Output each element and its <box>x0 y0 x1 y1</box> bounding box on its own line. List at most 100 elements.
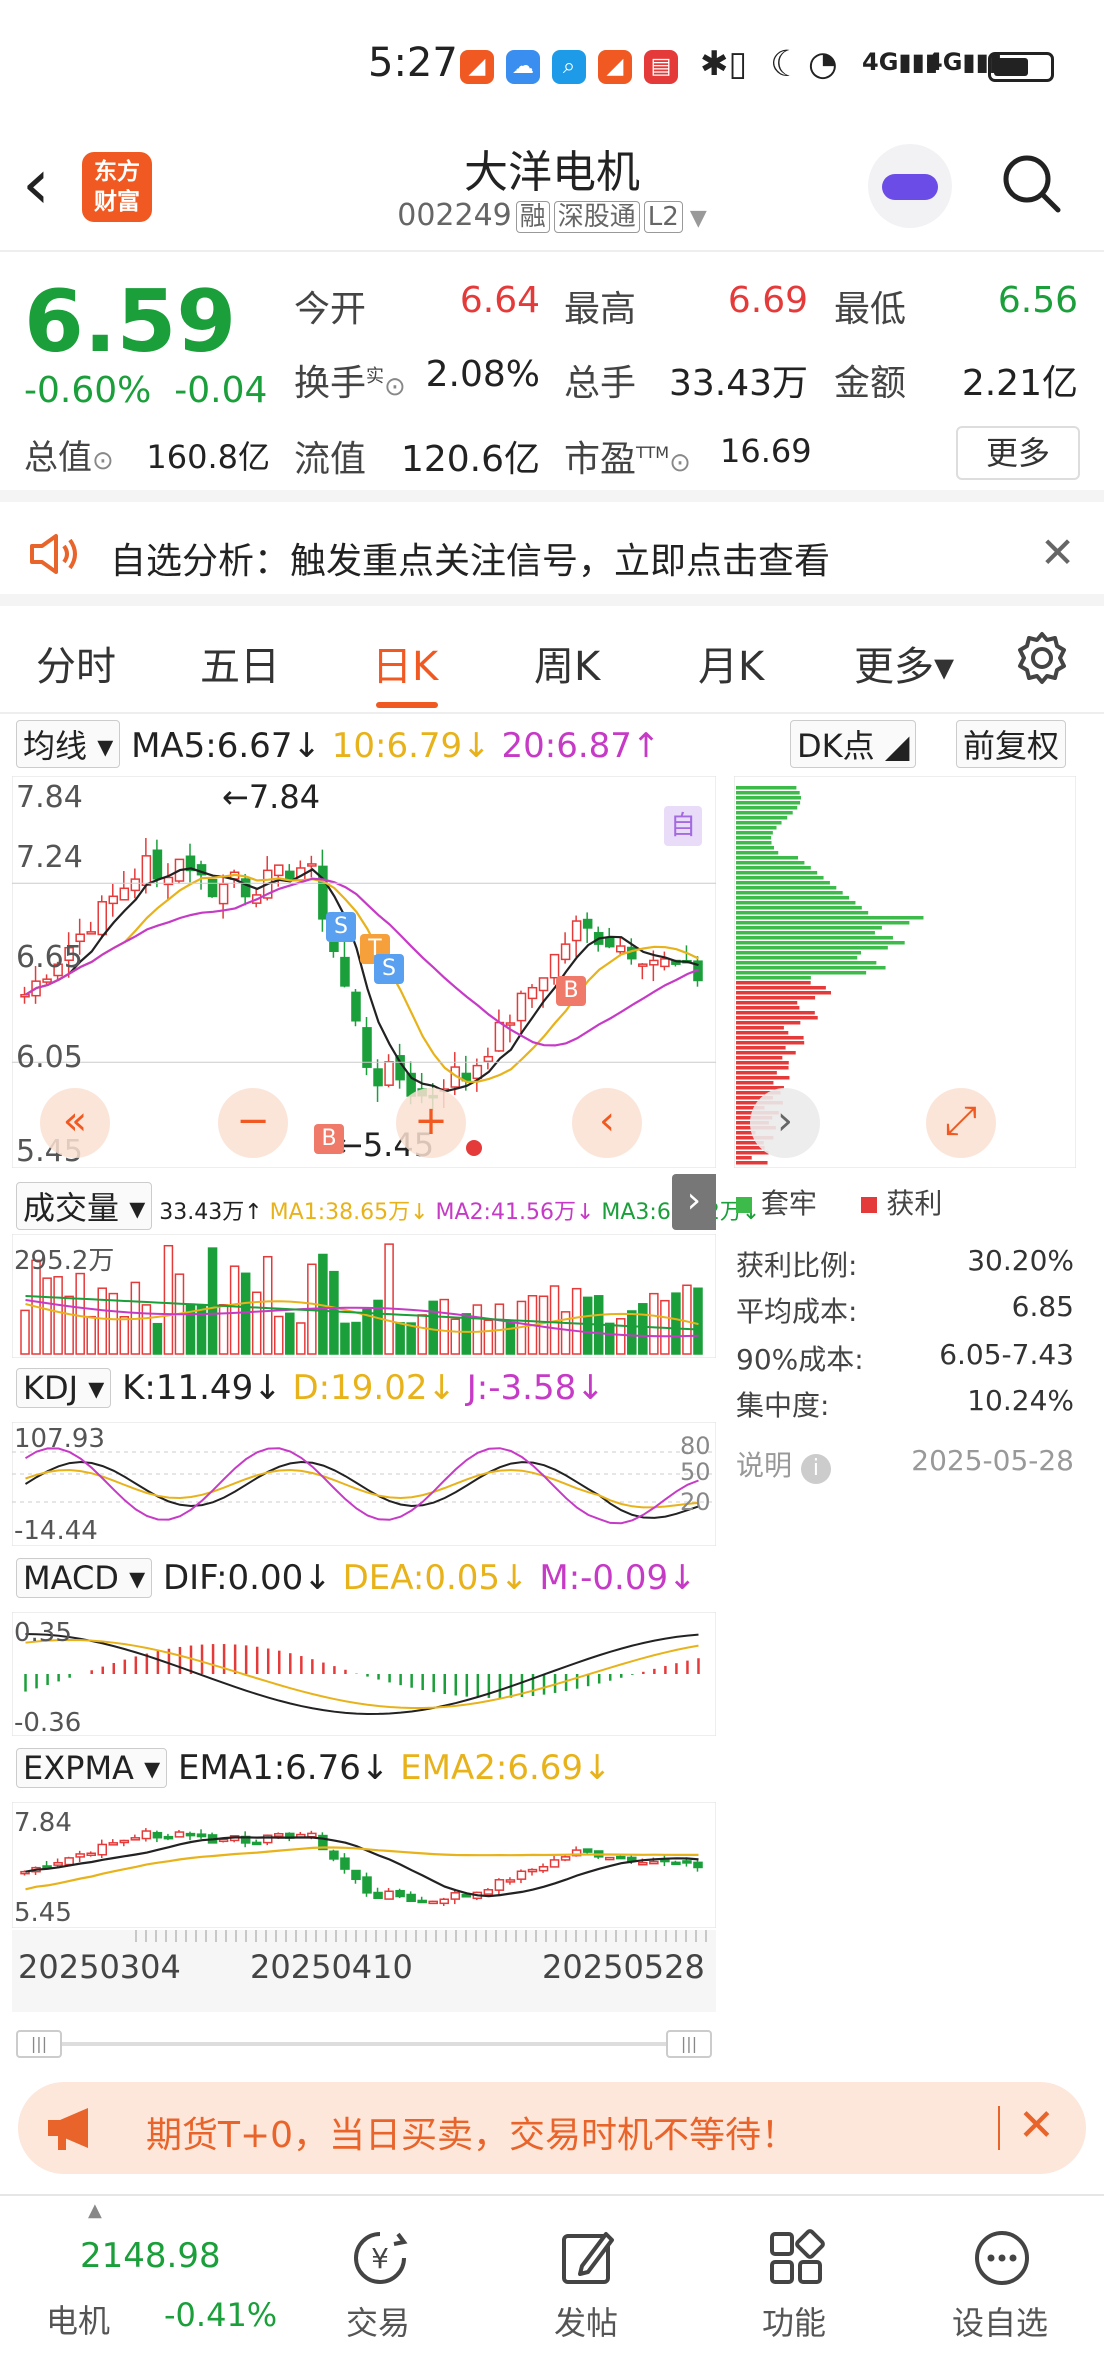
volume-bar <box>75 1272 85 1355</box>
macd-dif: DIF:0.00↓ <box>162 1558 332 1598</box>
dk-point-button[interactable]: DK点 ◢ <box>790 720 917 768</box>
tab-five-day[interactable]: 五日 <box>200 634 280 692</box>
tab-more[interactable]: 更多▾ <box>854 634 954 692</box>
volume-bar <box>450 1318 461 1355</box>
range-slider[interactable]: ||| ||| <box>16 2030 712 2058</box>
volume-bar <box>627 1310 637 1355</box>
candle-body <box>97 1843 108 1856</box>
macd-chart[interactable] <box>12 1612 716 1736</box>
candle-body <box>185 1832 196 1837</box>
signal-notice[interactable]: 自选分析：触发重点关注信号，立即点击查看 ✕ <box>0 502 1104 606</box>
change-pct: -0.60% <box>24 370 152 411</box>
kdj-selector[interactable]: KDJ ▾ <box>16 1368 112 1408</box>
expma-chart[interactable] <box>12 1802 716 1928</box>
candle-body <box>417 1899 427 1904</box>
zoom-out-button[interactable]: − <box>218 1088 288 1158</box>
turnover-sup: 实 <box>366 366 385 387</box>
chip-bar <box>736 811 793 815</box>
kdj-chart[interactable] <box>12 1422 716 1546</box>
info-icon[interactable]: ⊙ <box>384 372 406 402</box>
concentration-label: 集中度: <box>736 1389 830 1422</box>
moon-icon: ☾ <box>770 44 803 85</box>
volume-bar <box>273 1315 284 1355</box>
chip-bar <box>736 806 798 810</box>
close-icon-2[interactable]: ✕ <box>1018 2100 1055 2151</box>
fullscreen-icon[interactable]: ⤢ <box>926 1088 996 1158</box>
volume-label: 总手 <box>564 363 637 404</box>
open-value: 6.64 <box>459 280 540 321</box>
range-handle-left[interactable]: ||| <box>16 2030 62 2058</box>
zoom-in-button[interactable]: + <box>396 1088 466 1158</box>
close-icon[interactable]: ✕ <box>1040 528 1075 577</box>
mktcap-value: 160.8亿 <box>146 438 270 476</box>
tab-monthly-k[interactable]: 月K <box>698 634 764 692</box>
candle-body <box>273 864 284 877</box>
chip-bar <box>736 1076 790 1080</box>
volume-chart[interactable] <box>12 1234 716 1358</box>
sell-signal-1[interactable]: S <box>326 912 356 942</box>
self-select-marker[interactable]: 自 <box>664 806 702 846</box>
turnover-value: 2.08% <box>425 354 540 395</box>
tab-intraday[interactable]: 分时 <box>36 634 116 692</box>
chip-note[interactable]: 说明 i <box>736 1444 831 1484</box>
chip-expand-button[interactable]: › <box>750 1088 820 1158</box>
assistant-avatar[interactable] <box>868 144 952 228</box>
amount-label: 金额 <box>834 363 907 404</box>
kline-y-label-3: 6.65 <box>16 940 83 975</box>
candle-body <box>428 1900 438 1905</box>
candle-body <box>53 1861 63 1866</box>
buy-signal-2[interactable]: B <box>314 1124 344 1154</box>
volume-bar <box>682 1284 692 1355</box>
date-label-3: 20250528 <box>542 1948 705 1986</box>
chip-bar <box>736 1066 789 1070</box>
kdj-level-50: 50 <box>680 1458 711 1486</box>
candle-body <box>538 1865 549 1872</box>
expma-selector[interactable]: EXPMA ▾ <box>16 1748 168 1788</box>
more-button[interactable]: 更多 <box>956 426 1080 480</box>
chip-bar <box>736 1036 804 1040</box>
step-left-button[interactable]: ‹ <box>572 1088 642 1158</box>
candle-body <box>395 1889 405 1898</box>
chip-bar <box>736 986 826 990</box>
index-name[interactable]: 电机 <box>46 2296 110 2342</box>
nav-functions-label: 功能 <box>761 2304 826 2342</box>
volume-bar <box>406 1322 416 1355</box>
info-icon-3[interactable]: ⊙ <box>669 448 691 478</box>
range-handle-right[interactable]: ||| <box>666 2030 712 2058</box>
candle-body <box>682 1860 692 1864</box>
volume-bar <box>20 1309 30 1355</box>
high-label: 最高 <box>564 289 637 330</box>
volume-selector[interactable]: 成交量 ▾ <box>16 1182 153 1230</box>
macd-selector[interactable]: MACD ▾ <box>16 1558 153 1598</box>
promo-banner[interactable]: 期货T+0，当日买卖，交易时机不等待！ ✕ <box>18 2082 1086 2174</box>
candle-body <box>406 1893 416 1903</box>
candle-body <box>649 959 659 966</box>
adjust-button[interactable]: 前复权 <box>956 720 1067 768</box>
chip-bar <box>736 1156 752 1160</box>
info-icon-4[interactable]: i <box>800 1454 831 1484</box>
search-icon[interactable] <box>1000 152 1062 214</box>
candle-body <box>671 1861 681 1866</box>
tag-margin: 融 <box>515 201 550 233</box>
sell-signal-2[interactable]: S <box>374 954 404 984</box>
candle-body <box>373 1068 383 1087</box>
expand-panel-button[interactable]: › <box>672 1174 716 1230</box>
status-bar: 5:27 ◢ ☁ ⌕ ◢ ▤ ✱▯ ☾ ◔ 4G▮▮▮ 4G▮▮▮ <box>0 0 1104 130</box>
tab-weekly-k[interactable]: 周K <box>534 634 600 692</box>
scroll-left-button[interactable]: « <box>40 1088 110 1158</box>
candle-body <box>549 1859 560 1868</box>
macd-m: M:-0.09↓ <box>539 1558 697 1598</box>
tab-daily-k[interactable]: 日K <box>372 634 438 692</box>
kdj-level-20: 20 <box>680 1488 711 1516</box>
stock-code: 002249 <box>397 198 512 233</box>
chip-bar <box>736 1046 786 1050</box>
yuan-icon: ¥ <box>354 2232 408 2284</box>
gear-icon[interactable] <box>1014 630 1070 686</box>
chip-bar <box>736 836 772 840</box>
info-icon-2[interactable]: ⊙ <box>92 446 114 476</box>
candle-body <box>549 953 560 979</box>
ma-selector[interactable]: 均线 ▾ <box>16 720 121 768</box>
volume-bar <box>417 1314 427 1355</box>
index-value[interactable]: 2148.98 <box>80 2236 221 2276</box>
buy-signal-1[interactable]: B <box>556 976 586 1006</box>
